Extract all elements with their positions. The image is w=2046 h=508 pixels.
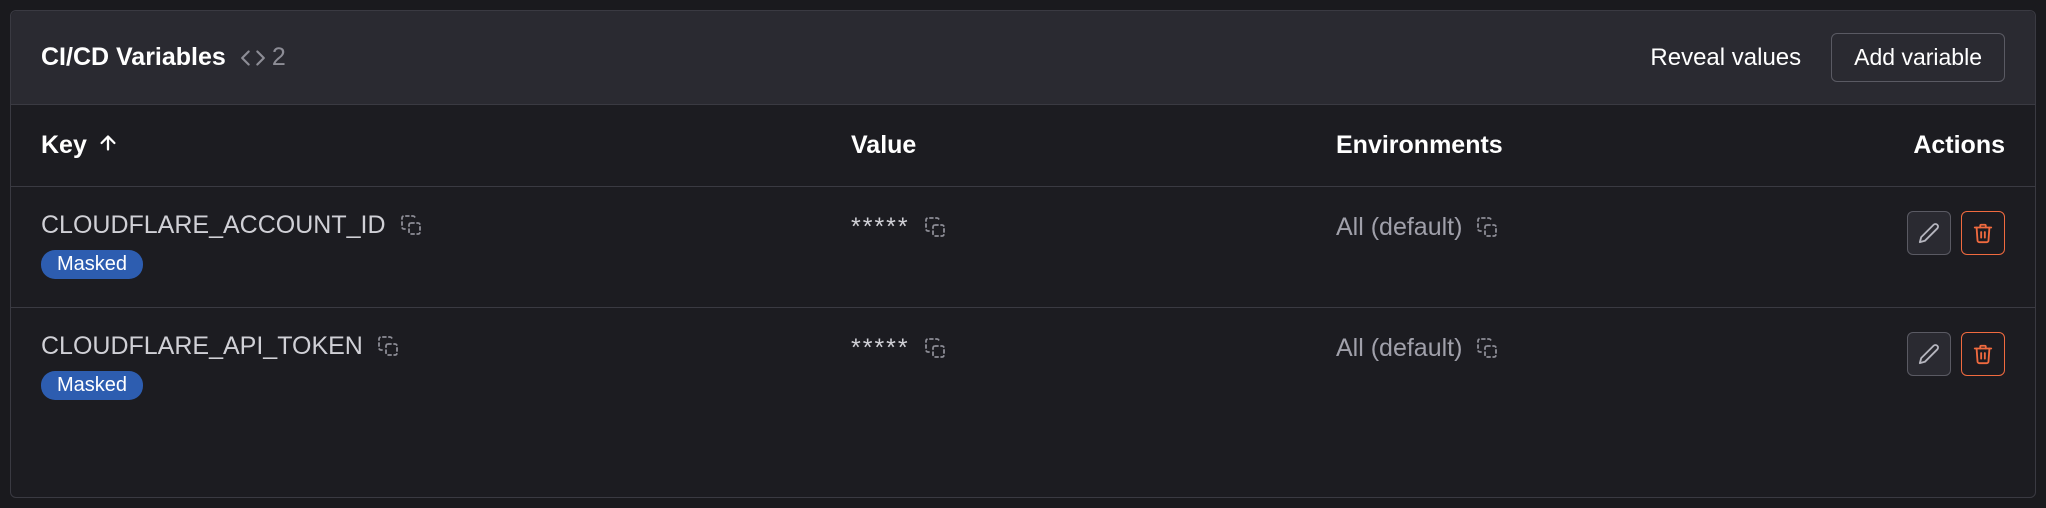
variable-value: ***** [851, 213, 910, 242]
copy-env-icon[interactable] [1476, 337, 1500, 361]
delete-variable-button[interactable] [1961, 332, 2005, 376]
variable-key: CLOUDFLARE_ACCOUNT_ID [41, 211, 386, 240]
variable-key: CLOUDFLARE_API_TOKEN [41, 332, 363, 361]
variable-count: 2 [272, 43, 286, 72]
column-header-environments: Environments [1336, 131, 1503, 159]
add-variable-button[interactable]: Add variable [1831, 33, 2005, 82]
masked-badge: Masked [41, 250, 143, 279]
variable-environment: All (default) [1336, 334, 1462, 363]
sort-ascending-icon[interactable] [97, 132, 119, 159]
cicd-variables-panel: CI/CD Variables 2 Reveal values Add vari… [10, 10, 2036, 498]
edit-variable-button[interactable] [1907, 211, 1951, 255]
copy-key-icon[interactable] [377, 335, 401, 359]
reveal-values-button[interactable]: Reveal values [1650, 44, 1801, 72]
variable-row: CLOUDFLARE_ACCOUNT_ID Masked ***** All (… [11, 187, 2035, 308]
copy-value-icon[interactable] [924, 337, 948, 361]
column-header-key[interactable]: Key [41, 131, 87, 160]
code-icon [240, 45, 266, 71]
column-header-value: Value [851, 131, 916, 159]
table-header-row: Key Value Environments Actions [11, 105, 2035, 187]
variable-value: ***** [851, 334, 910, 363]
copy-env-icon[interactable] [1476, 216, 1500, 240]
copy-value-icon[interactable] [924, 216, 948, 240]
panel-title: CI/CD Variables [41, 43, 226, 72]
column-header-actions: Actions [1913, 131, 2005, 159]
variable-environment: All (default) [1336, 213, 1462, 242]
masked-badge: Masked [41, 371, 143, 400]
variable-row: CLOUDFLARE_API_TOKEN Masked ***** All (d… [11, 308, 2035, 428]
panel-header: CI/CD Variables 2 Reveal values Add vari… [11, 11, 2035, 105]
delete-variable-button[interactable] [1961, 211, 2005, 255]
copy-key-icon[interactable] [400, 214, 424, 238]
edit-variable-button[interactable] [1907, 332, 1951, 376]
